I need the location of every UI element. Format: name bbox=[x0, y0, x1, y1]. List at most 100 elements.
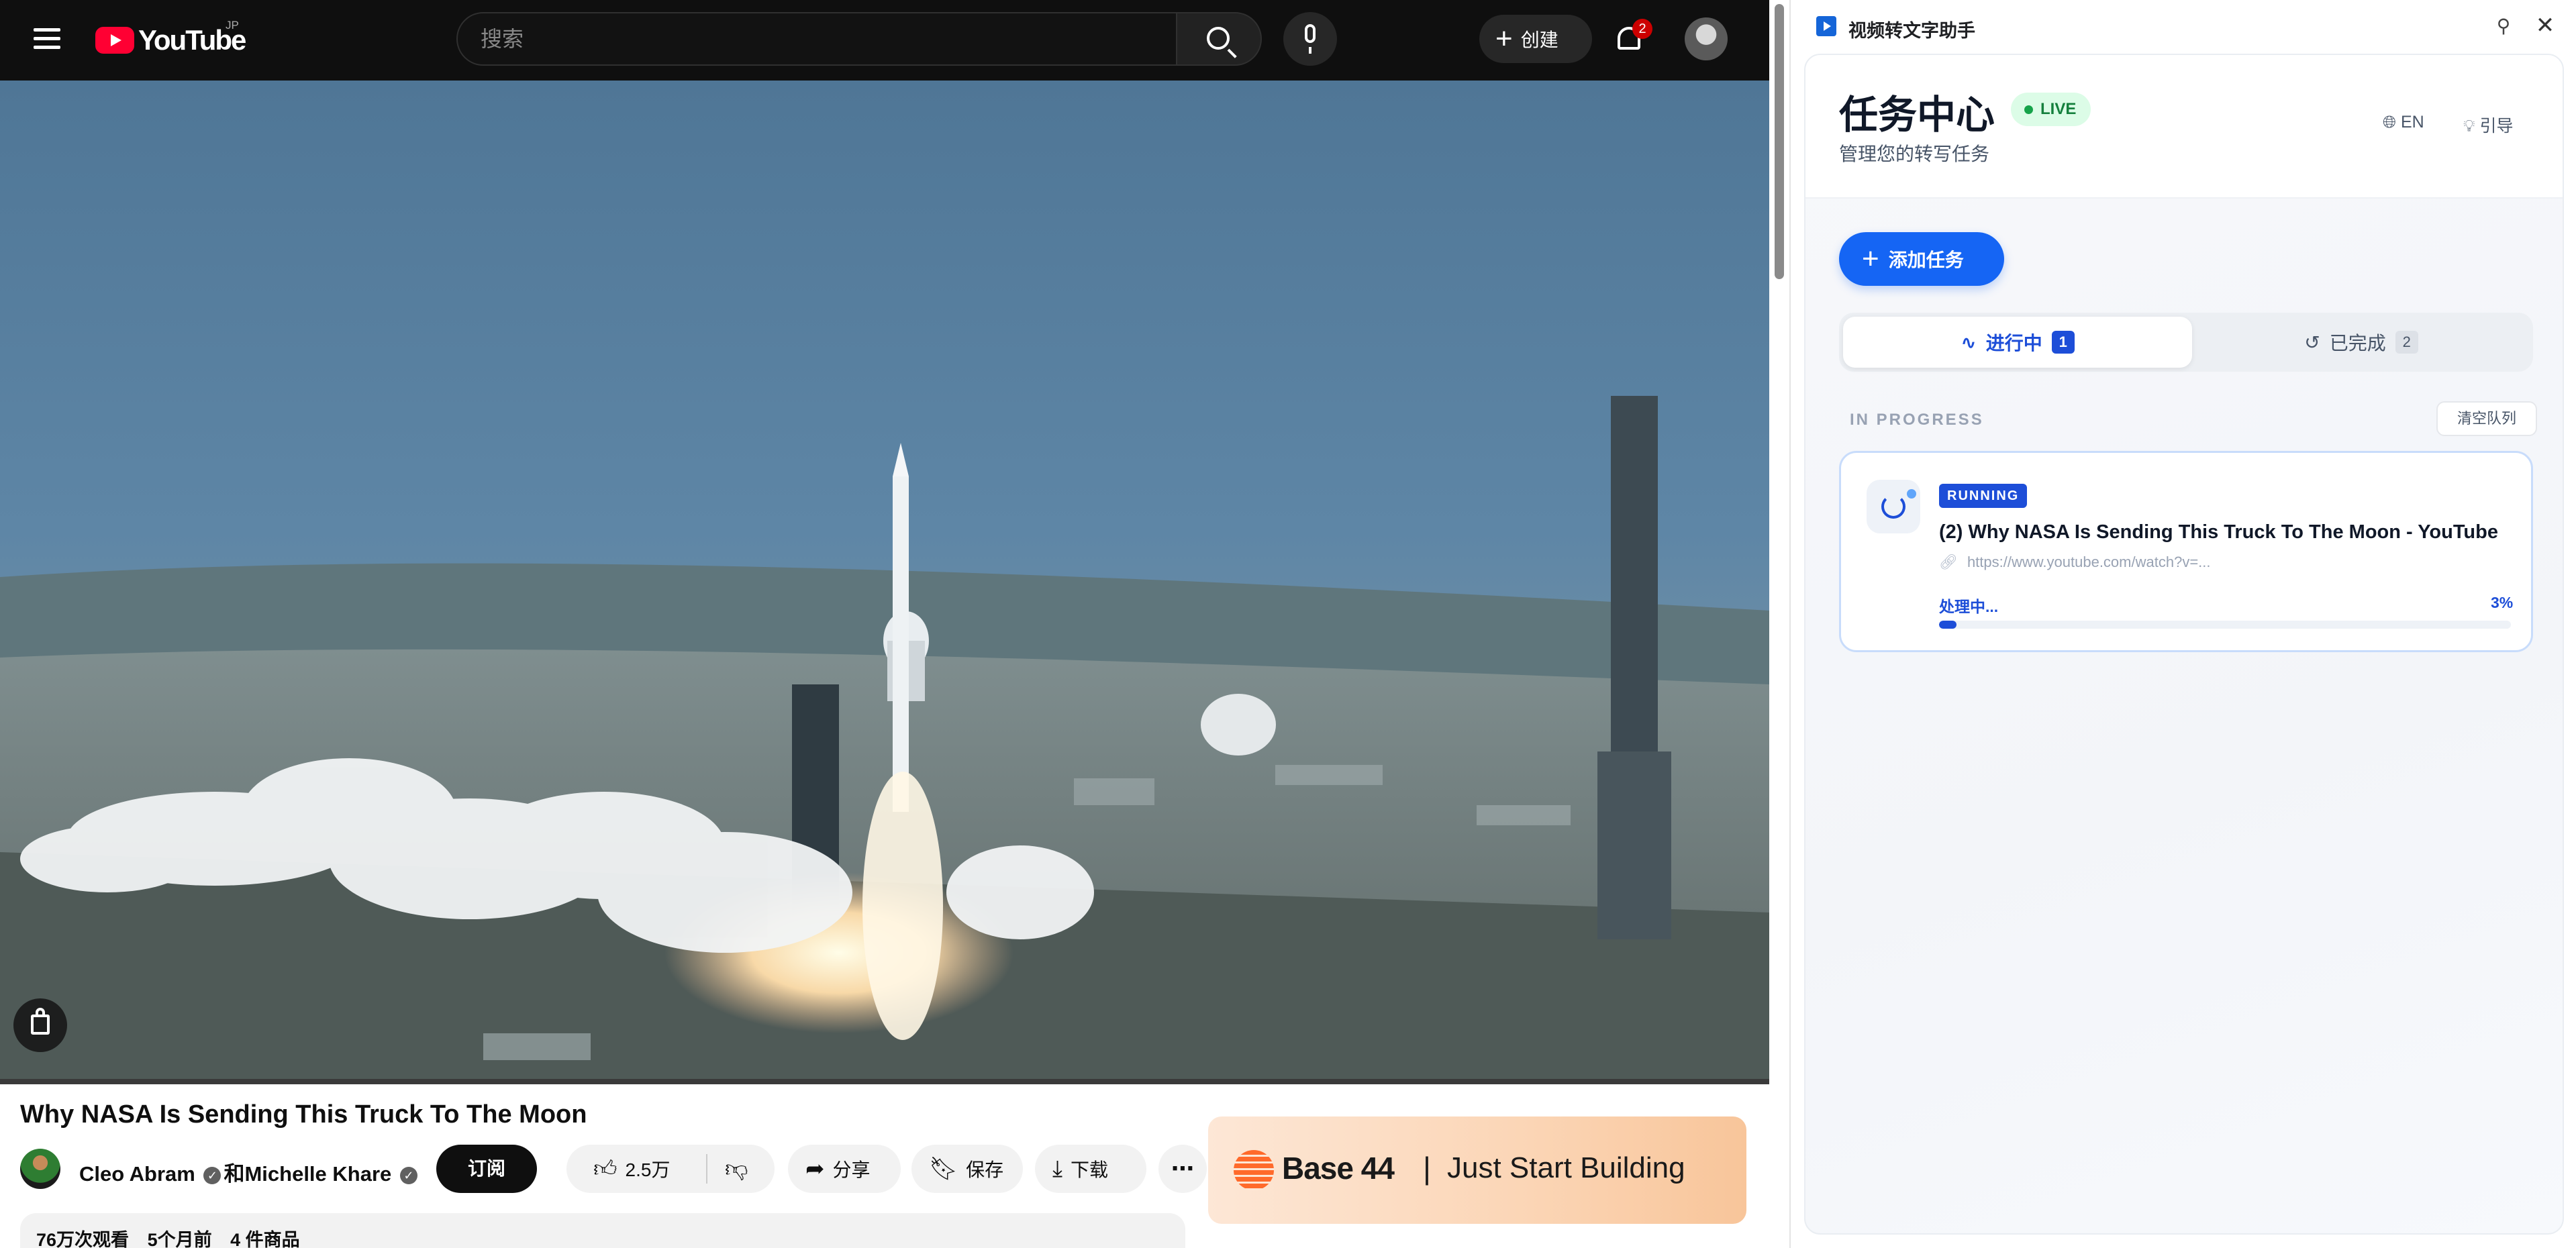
download-button[interactable]: ⤓ 下载 bbox=[1035, 1145, 1146, 1193]
dislike-button[interactable]: 👎︎ bbox=[707, 1155, 748, 1183]
ad-banner[interactable]: Base 44 | Just Start Building bbox=[1208, 1116, 1746, 1224]
globe-icon: 🌐︎ bbox=[2383, 113, 2397, 132]
channel-joiner: 和 bbox=[224, 1162, 245, 1186]
task-progress-percent: 3% bbox=[2491, 594, 2514, 611]
loading-spinner-icon bbox=[1867, 480, 1920, 533]
more-actions-button[interactable]: ⋯ bbox=[1158, 1145, 1207, 1193]
subscribe-button[interactable]: 订阅 bbox=[436, 1145, 537, 1193]
verified-icon: ✓ bbox=[399, 1166, 417, 1184]
section-heading: IN PROGRESS bbox=[1850, 411, 1984, 429]
microphone-icon bbox=[1305, 24, 1316, 43]
plus-icon: + bbox=[1495, 22, 1513, 55]
download-label: 下载 bbox=[1071, 1159, 1109, 1180]
share-icon: ➦ bbox=[805, 1156, 825, 1182]
add-task-button[interactable]: + 添加任务 bbox=[1839, 232, 2004, 286]
search-icon bbox=[1207, 27, 1230, 50]
verified-icon: ✓ bbox=[203, 1166, 221, 1184]
clear-queue-button[interactable]: 清空队列 bbox=[2436, 401, 2537, 436]
notification-badge: 2 bbox=[1632, 19, 1652, 39]
notifications-button[interactable]: 2 bbox=[1609, 17, 1652, 60]
bookmark-icon: 🔖︎ bbox=[929, 1156, 958, 1182]
task-url[interactable]: 🔗︎ https://www.youtube.com/watch?v=... bbox=[1939, 554, 2211, 571]
side-panel-title: 视频转文字助手 bbox=[1848, 21, 1975, 41]
channel-names[interactable]: Cleo Abram ✓ 和Michelle Khare ✓ bbox=[79, 1157, 420, 1187]
extension-side-panel: 视频转文字助手 ⚲ ✕ 任务中心 LIVE 管理您的转写任务 🌐︎ EN 💡︎ … bbox=[1789, 0, 2576, 1248]
guide-label: 引导 bbox=[2479, 117, 2514, 136]
youtube-page: YouTube JP + 创建 2 bbox=[0, 0, 1769, 1248]
spinner-dot bbox=[1907, 489, 1916, 499]
spinner-ring bbox=[1881, 495, 1905, 519]
task-card[interactable]: RUNNING (2) Why NASA Is Sending This Tru… bbox=[1839, 451, 2533, 652]
add-task-label: 添加任务 bbox=[1888, 250, 1964, 270]
activity-icon: ∿ bbox=[1961, 331, 1977, 353]
language-label: EN bbox=[2400, 113, 2424, 132]
task-center-header: 任务中心 LIVE 管理您的转写任务 🌐︎ EN 💡︎ 引导 bbox=[1805, 55, 2563, 199]
video-player[interactable] bbox=[0, 81, 1769, 1083]
task-center-card: 任务中心 LIVE 管理您的转写任务 🌐︎ EN 💡︎ 引导 + 添加任务 ∿ bbox=[1804, 54, 2564, 1235]
task-progress-bar bbox=[1939, 621, 2511, 629]
save-button[interactable]: 🔖︎ 保存 bbox=[911, 1145, 1023, 1193]
side-panel-titlebar: 视频转文字助手 ⚲ ✕ bbox=[1791, 0, 2576, 54]
tab-in-progress-label: 进行中 bbox=[1985, 333, 2042, 354]
account-avatar[interactable] bbox=[1685, 17, 1728, 60]
like-button[interactable]: 👍︎ 2.5万 bbox=[566, 1154, 707, 1184]
video-title: Why NASA Is Sending This Truck To The Mo… bbox=[20, 1100, 587, 1129]
save-label: 保存 bbox=[966, 1159, 1004, 1180]
shopping-bag-icon bbox=[31, 1015, 50, 1035]
share-button[interactable]: ➦ 分享 bbox=[788, 1145, 901, 1193]
task-tabs: ∿ 进行中 1 ↺ 已完成 2 bbox=[1839, 313, 2533, 372]
lightbulb-icon: 💡︎ bbox=[2463, 117, 2475, 136]
guide-button[interactable]: 💡︎ 引导 bbox=[2463, 113, 2513, 137]
search-input[interactable] bbox=[458, 13, 1176, 64]
voice-search-button[interactable] bbox=[1283, 12, 1337, 66]
microphone-stand bbox=[1309, 47, 1311, 54]
shopping-button[interactable] bbox=[13, 998, 67, 1052]
page-scrollbar-thumb[interactable] bbox=[1775, 4, 1784, 279]
upload-age: 5个月前 bbox=[147, 1230, 212, 1248]
page-title: 任务中心 bbox=[1839, 93, 1995, 137]
extension-app-icon bbox=[1816, 16, 1836, 36]
create-label: 创建 bbox=[1520, 30, 1558, 50]
ad-brand: Base 44 bbox=[1282, 1151, 1395, 1186]
channel-name-primary: Cleo Abram bbox=[79, 1162, 195, 1186]
like-count: 2.5万 bbox=[625, 1159, 671, 1180]
create-button[interactable]: + 创建 bbox=[1479, 15, 1592, 63]
unpin-icon[interactable]: ⚲ bbox=[2491, 15, 2516, 39]
plus-icon: + bbox=[1862, 242, 1879, 275]
page-subtitle: 管理您的转写任务 bbox=[1839, 144, 1990, 164]
ad-separator: | bbox=[1423, 1151, 1431, 1186]
task-status-text: 处理中... bbox=[1939, 598, 1999, 615]
status-badge: RUNNING bbox=[1939, 484, 2028, 508]
link-icon: 🔗︎ bbox=[1939, 554, 1958, 570]
region-code: JP bbox=[226, 19, 239, 32]
task-title: (2) Why NASA Is Sending This Truck To Th… bbox=[1939, 521, 2498, 543]
close-icon[interactable]: ✕ bbox=[2533, 12, 2557, 39]
search-button[interactable] bbox=[1176, 12, 1262, 66]
screen: YouTube JP + 创建 2 bbox=[0, 0, 2576, 1248]
youtube-play-icon bbox=[95, 27, 134, 54]
channel-row: Cleo Abram ✓ 和Michelle Khare ✓ 订阅 👍︎ 2.5万… bbox=[20, 1143, 1207, 1197]
more-icon: ⋯ bbox=[1171, 1156, 1194, 1182]
share-label: 分享 bbox=[832, 1159, 871, 1180]
thumbs-up-icon: 👍︎ bbox=[593, 1155, 617, 1182]
language-toggle[interactable]: 🌐︎ EN bbox=[2383, 113, 2424, 132]
video-frame-rocket-launch bbox=[0, 81, 1769, 1083]
base44-logo-icon bbox=[1234, 1150, 1274, 1190]
menu-icon[interactable] bbox=[27, 23, 67, 58]
ad-tagline: Just Start Building bbox=[1447, 1151, 1685, 1184]
live-badge: LIVE bbox=[2011, 93, 2091, 126]
tab-in-progress-count: 1 bbox=[2051, 331, 2075, 354]
search-box bbox=[456, 12, 1177, 66]
download-icon: ⤓ bbox=[1052, 1155, 1063, 1182]
description-box[interactable]: 76万次观看 5个月前 4 件商品 bbox=[20, 1213, 1185, 1248]
youtube-logo[interactable]: YouTube JP bbox=[95, 19, 246, 56]
youtube-topbar: YouTube JP + 创建 2 bbox=[0, 0, 1769, 81]
tab-completed[interactable]: ↺ 已完成 2 bbox=[2193, 317, 2529, 368]
video-progress-bar[interactable] bbox=[0, 1079, 1769, 1084]
tab-completed-count: 2 bbox=[2395, 331, 2418, 354]
history-icon: ↺ bbox=[2304, 331, 2320, 353]
channel-name-secondary: Michelle Khare bbox=[244, 1162, 392, 1186]
task-progress-fill bbox=[1939, 621, 1956, 629]
tab-in-progress[interactable]: ∿ 进行中 1 bbox=[1843, 317, 2192, 368]
channel-avatar[interactable] bbox=[20, 1149, 60, 1189]
